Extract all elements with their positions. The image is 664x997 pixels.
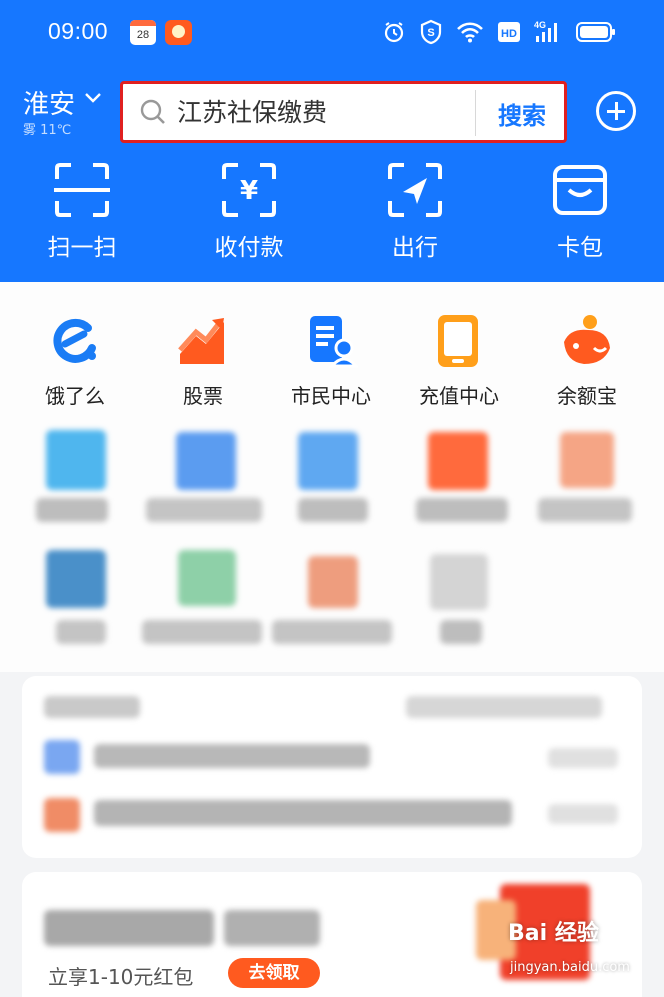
plus-circle-icon[interactable] xyxy=(596,91,636,131)
quick-action-card-wallet[interactable]: 卡包 xyxy=(510,162,650,262)
quick-action-label: 卡包 xyxy=(557,235,603,261)
city-selector[interactable]: 淮安 xyxy=(23,84,75,121)
mosaic-app-label xyxy=(440,620,482,644)
quick-action-label: 扫一扫 xyxy=(47,235,117,261)
citizen-center-icon xyxy=(304,314,360,368)
mosaic-app-label xyxy=(416,498,508,522)
mosaic-app-icon[interactable] xyxy=(46,430,106,490)
search-input[interactable] xyxy=(177,96,467,125)
mosaic-app-label xyxy=(298,498,368,522)
mosaic-app-label xyxy=(272,620,392,644)
quick-action-travel[interactable]: 出行 xyxy=(345,162,485,262)
mosaic-app-icon[interactable] xyxy=(428,432,488,490)
calendar-app-icon: 28 xyxy=(130,20,156,45)
status-icons: S HD 4G xyxy=(382,18,616,46)
app-stock[interactable]: 股票 xyxy=(138,314,268,409)
promo-text: 立享1-10元红包 xyxy=(48,965,194,989)
baidu-watermark: Bai 经验 xyxy=(508,921,599,946)
mosaic-app-label xyxy=(56,620,106,644)
search-bar[interactable]: 搜索 xyxy=(120,81,567,143)
top-header: 09:00 28 S HD 4G 淮安 雾 11℃ 江苏社保缴费 搜索 扫一扫 … xyxy=(0,0,664,282)
recharge-icon xyxy=(432,314,486,368)
mosaic-card-meta xyxy=(406,696,602,718)
mosaic-app-label xyxy=(36,498,108,522)
battery-icon xyxy=(576,22,615,42)
app-eleme[interactable]: 饿了么 xyxy=(10,314,140,409)
app-citizen-center[interactable]: 市民中心 xyxy=(266,314,396,409)
search-icon xyxy=(140,99,165,124)
svg-text:HD: HD xyxy=(501,28,517,40)
app-label: 余额宝 xyxy=(557,384,617,408)
weather-text: 雾 11℃ xyxy=(23,123,72,138)
quick-action-collect-pay[interactable]: ¥ 收付款 xyxy=(179,162,319,262)
mosaic-app-icon[interactable] xyxy=(176,432,236,490)
mosaic-app-icon[interactable] xyxy=(178,550,236,606)
stock-icon xyxy=(176,314,230,368)
card-wallet-icon xyxy=(553,165,607,215)
scan-icon xyxy=(54,163,110,217)
security-shield-icon: S xyxy=(420,19,442,45)
mosaic-row-meta xyxy=(548,748,618,768)
mosaic-app-icon[interactable] xyxy=(298,432,358,490)
collect-pay-icon: ¥ xyxy=(222,163,276,217)
app-label: 充值中心 xyxy=(419,384,499,408)
app-yuebao[interactable]: 余额宝 xyxy=(522,314,652,409)
travel-icon xyxy=(388,163,442,217)
search-divider xyxy=(475,90,476,136)
app-label: 市民中心 xyxy=(291,384,371,408)
quick-action-label: 收付款 xyxy=(214,235,284,261)
mosaic-promo-title xyxy=(224,910,320,946)
mosaic-row-meta xyxy=(548,804,618,824)
eleme-icon xyxy=(48,314,102,368)
mosaic-promo-title xyxy=(44,910,214,946)
mosaic-row-icon xyxy=(44,798,80,832)
search-button[interactable]: 搜索 xyxy=(498,96,546,131)
mosaic-row-text xyxy=(94,800,512,826)
hd-icon: HD xyxy=(498,22,520,42)
mosaic-app-label xyxy=(142,620,262,644)
wifi-icon xyxy=(457,22,483,43)
mosaic-app-label xyxy=(146,498,262,522)
svg-text:4G: 4G xyxy=(534,20,546,30)
claim-button[interactable]: 去领取 xyxy=(228,958,320,988)
app-label: 股票 xyxy=(183,384,223,408)
mosaic-row-icon xyxy=(44,740,80,774)
status-bar: 09:00 28 S HD 4G xyxy=(0,0,664,64)
mosaic-card-title xyxy=(44,696,140,718)
alarm-icon xyxy=(384,22,404,43)
svg-text:S: S xyxy=(427,27,434,39)
quick-action-label: 出行 xyxy=(392,235,438,261)
svg-text:¥: ¥ xyxy=(240,176,258,206)
mosaic-app-label xyxy=(538,498,632,522)
app-label: 饿了么 xyxy=(45,384,105,408)
baidu-watermark-url: jingyan.baidu.com xyxy=(510,960,630,975)
taobao-app-icon xyxy=(165,20,192,45)
mosaic-row-text xyxy=(94,744,370,768)
status-time: 09:00 xyxy=(48,18,109,44)
4g-signal-icon: 4G xyxy=(534,20,557,42)
mosaic-app-icon[interactable] xyxy=(430,554,488,610)
mosaic-app-icon[interactable] xyxy=(560,432,614,488)
quick-action-scan[interactable]: 扫一扫 xyxy=(12,162,152,262)
app-recharge[interactable]: 充值中心 xyxy=(394,314,524,409)
mosaic-app-icon[interactable] xyxy=(308,556,358,608)
yuebao-icon xyxy=(560,314,614,368)
chevron-down-icon[interactable] xyxy=(83,88,103,108)
mosaic-app-icon[interactable] xyxy=(46,550,106,608)
